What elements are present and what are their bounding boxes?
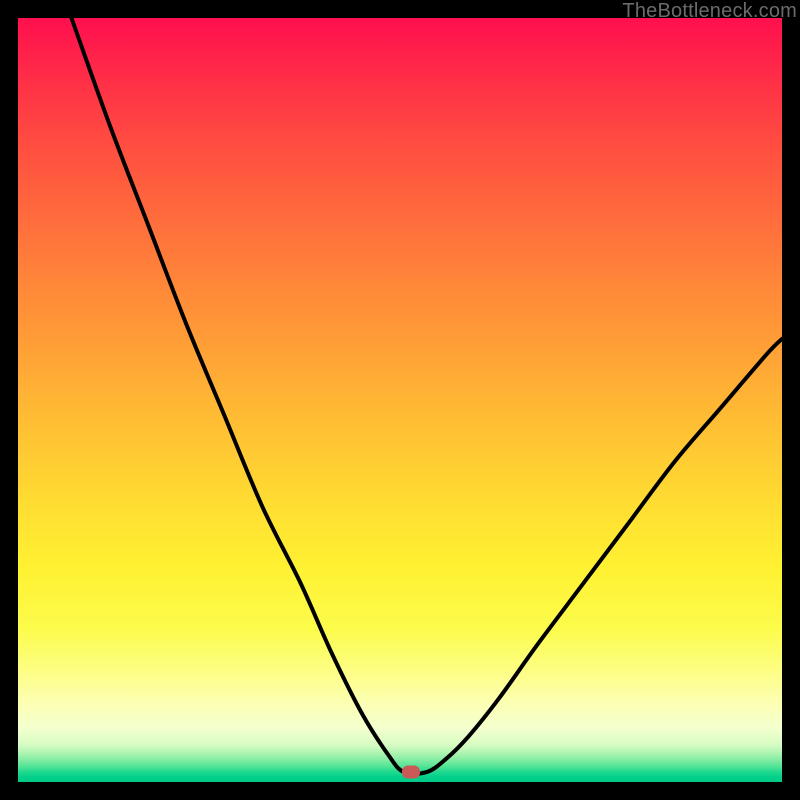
plot-area bbox=[18, 18, 782, 782]
optimum-marker bbox=[402, 766, 420, 779]
watermark-text: TheBottleneck.com bbox=[622, 0, 797, 23]
curve-path bbox=[71, 18, 782, 774]
bottleneck-curve bbox=[18, 18, 782, 782]
chart-frame: TheBottleneck.com bbox=[0, 0, 800, 800]
